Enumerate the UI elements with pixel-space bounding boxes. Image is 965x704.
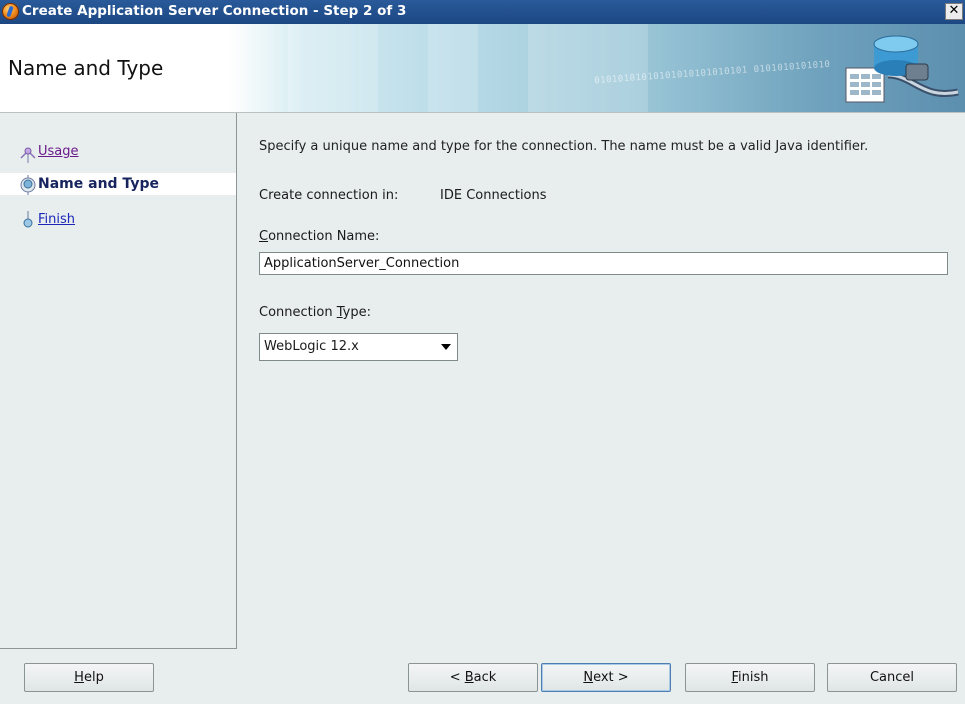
step-label: Name and Type xyxy=(38,176,159,192)
mnemonic: C xyxy=(259,229,269,244)
button-text: inish xyxy=(738,670,769,685)
finish-button[interactable]: Finish xyxy=(685,663,815,692)
label-text: onnection Name: xyxy=(268,229,380,244)
connection-type-label: Connection Type: xyxy=(259,305,371,320)
step-pending-icon xyxy=(23,211,33,228)
step-current-icon xyxy=(20,175,36,195)
next-button[interactable]: Next > xyxy=(541,663,671,692)
button-text: ext > xyxy=(593,670,629,685)
banner-band xyxy=(528,24,648,112)
step-visited-icon xyxy=(20,147,36,163)
back-button[interactable]: < Back xyxy=(408,663,538,692)
connection-name-input[interactable] xyxy=(259,252,948,275)
create-in-value: IDE Connections xyxy=(440,188,547,203)
step-name-and-type: Name and Type xyxy=(0,173,236,195)
mnemonic: B xyxy=(464,670,474,685)
app-icon xyxy=(2,3,19,20)
wizard-footer: Help < Back Next > Finish Cancel xyxy=(0,649,965,704)
button-text: elp xyxy=(83,670,104,685)
database-connection-icon xyxy=(845,35,959,103)
connection-type-dropdown[interactable]: WebLogic 12.x xyxy=(259,333,458,361)
window-title: Create Application Server Connection - S… xyxy=(22,3,407,19)
connection-name-label: Connection Name: xyxy=(259,229,379,244)
label-text: ype: xyxy=(342,305,371,320)
mnemonic: H xyxy=(74,670,84,685)
button-text: ack xyxy=(473,670,497,685)
header-banner: 01010101010101010101010101 0101010101010 xyxy=(228,24,965,112)
cancel-button[interactable]: Cancel xyxy=(827,663,957,692)
step-usage[interactable]: Usage xyxy=(0,141,236,163)
button-text: < xyxy=(449,670,465,685)
help-button[interactable]: Help xyxy=(24,663,154,692)
create-in-label: Create connection in: xyxy=(259,188,399,203)
dropdown-selected-value: WebLogic 12.x xyxy=(264,339,359,354)
step-finish[interactable]: Finish xyxy=(0,209,236,231)
step-label: Usage xyxy=(38,144,79,159)
intro-text: Specify a unique name and type for the c… xyxy=(259,139,869,154)
step-label: Finish xyxy=(38,212,76,227)
page-title: Name and Type xyxy=(8,56,164,80)
close-button[interactable]: ✕ xyxy=(945,3,963,20)
mnemonic: N xyxy=(583,670,594,685)
label-text: Connection xyxy=(259,305,337,320)
wizard-header: Name and Type 01010101010101010101010101… xyxy=(0,24,965,113)
banner-band xyxy=(288,24,378,112)
banner-band xyxy=(428,24,478,112)
window-titlebar: Create Application Server Connection - S… xyxy=(0,0,965,24)
chevron-down-icon xyxy=(441,344,451,350)
wizard-steps-panel: Usage Name and Type Finish xyxy=(0,113,237,649)
